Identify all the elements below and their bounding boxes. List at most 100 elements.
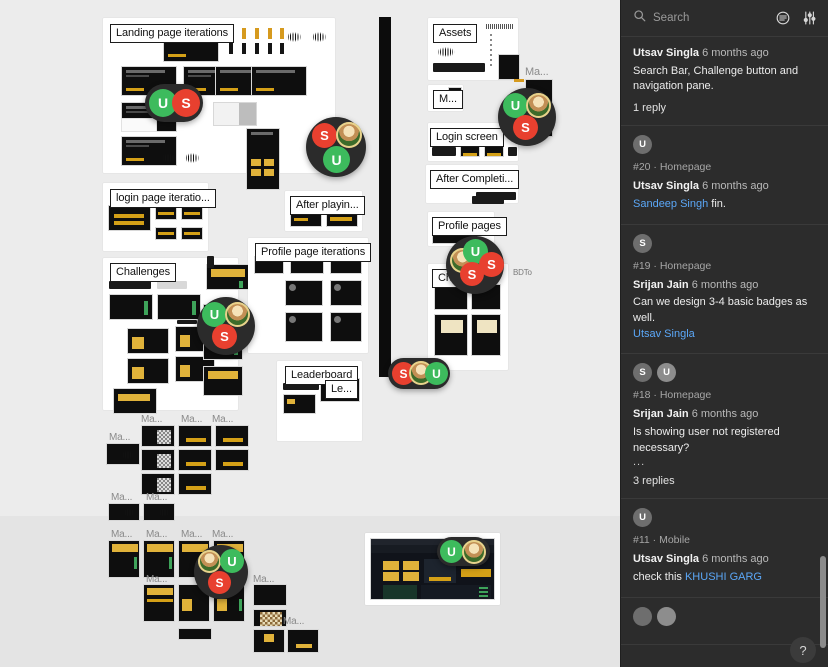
mock-screen[interactable]	[127, 358, 169, 384]
mock-screen[interactable]	[203, 366, 243, 396]
sliders-settings-icon[interactable]	[800, 9, 818, 27]
frame-label-landing-page-iterations[interactable]: Landing page iterations	[110, 24, 235, 44]
mock-screen[interactable]	[215, 425, 249, 447]
mini-label[interactable]: Ma...	[109, 432, 130, 443]
frame-label-after-completion[interactable]: After Completi...	[430, 170, 520, 190]
avatar-s[interactable]: S	[312, 123, 337, 148]
mock-screen[interactable]	[106, 443, 140, 465]
avatar-s[interactable]: S	[172, 89, 200, 117]
mock-screen-light[interactable]	[213, 102, 257, 126]
comment-item[interactable]: S #19 · Homepage Srijan Jain 6 months ag…	[621, 225, 828, 355]
avatar-u[interactable]: U	[440, 540, 463, 563]
avatar-u[interactable]: U	[220, 549, 244, 573]
collaborator-cursor-cluster[interactable]: U S	[498, 88, 556, 146]
mock-screen[interactable]	[330, 280, 362, 306]
mock-screen[interactable]	[178, 473, 212, 495]
avatar[interactable]: S	[633, 363, 652, 383]
mock-screen[interactable]	[253, 629, 285, 653]
mini-label[interactable]: Ma...	[146, 492, 167, 503]
mock-screen[interactable]	[127, 328, 169, 354]
mock-screen[interactable]	[285, 280, 323, 306]
collaborator-cursor-cluster[interactable]: U S S	[446, 236, 504, 294]
mock-screen[interactable]	[143, 503, 175, 521]
comments-scrollbar[interactable]	[820, 556, 826, 648]
mock-screen[interactable]	[434, 314, 468, 356]
mock-screen[interactable]	[141, 425, 175, 447]
comment-replies-link[interactable]: 3 replies	[633, 475, 816, 487]
collaborator-cursor-cluster[interactable]: U	[437, 537, 490, 566]
avatar-s[interactable]: S	[212, 324, 237, 349]
mock-note[interactable]	[121, 118, 157, 132]
comment-item[interactable]: S U #18 · Homepage Srijan Jain 6 months …	[621, 354, 828, 500]
collaborator-cursor-cluster[interactable]: U S	[145, 84, 203, 122]
mock-screen[interactable]	[285, 312, 323, 342]
mock-screen[interactable]	[330, 312, 362, 342]
mock-screen[interactable]	[108, 205, 151, 231]
mini-label[interactable]: Ma...	[146, 574, 167, 585]
frame-label-assets[interactable]: Assets	[433, 24, 478, 44]
mock-screen[interactable]	[141, 449, 175, 471]
mock-screen[interactable]	[287, 629, 319, 653]
mock-screen[interactable]	[471, 314, 501, 356]
filter-list-icon[interactable]	[774, 9, 792, 27]
collaborator-cursor-cluster[interactable]: U S	[194, 545, 248, 599]
mention-link[interactable]: Utsav Singla	[633, 328, 695, 340]
avatar[interactable]: U	[657, 363, 676, 383]
frame-label-after-playing[interactable]: After playin...	[290, 196, 365, 216]
mini-label[interactable]: Ma...	[111, 529, 132, 540]
mini-label[interactable]: Ma...	[111, 492, 132, 503]
mini-label[interactable]: Ma...	[283, 616, 304, 627]
avatar[interactable]	[633, 606, 652, 626]
mock-screen[interactable]	[181, 227, 203, 240]
comment-item[interactable]: U #20 · Homepage Utsav Singla 6 months a…	[621, 126, 828, 225]
avatar-photo[interactable]	[526, 93, 551, 118]
mock-screen[interactable]	[498, 54, 520, 80]
frame-label-profile-page-iterations[interactable]: Profile page iterations	[255, 243, 372, 263]
collaborator-cursor-cluster[interactable]: U S	[197, 297, 255, 355]
avatar[interactable]: U	[633, 135, 652, 155]
mock-screen[interactable]	[283, 394, 316, 414]
avatar-photo[interactable]	[336, 122, 362, 148]
mock-screen[interactable]	[157, 294, 201, 320]
frame-label-challenges[interactable]: Challenges	[110, 263, 177, 283]
collaborator-cursor-cluster[interactable]: S U	[388, 358, 450, 389]
mock-screen[interactable]	[155, 227, 177, 240]
mock-screen[interactable]	[215, 449, 249, 471]
mini-label[interactable]: Ma...	[181, 414, 202, 425]
mock-mobile[interactable]	[246, 128, 280, 190]
mock-screen[interactable]	[253, 584, 287, 606]
avatar[interactable]: S	[633, 233, 652, 253]
frame-label-login-screen[interactable]: Login screen	[430, 128, 504, 148]
mock-screen[interactable]	[155, 207, 177, 220]
avatar-photo[interactable]	[225, 302, 250, 327]
mock-screen[interactable]	[113, 388, 157, 414]
mention-link[interactable]: KHUSHI GARG	[685, 571, 762, 583]
mock-screen[interactable]	[251, 66, 307, 96]
mini-label[interactable]: Ma...	[253, 574, 274, 585]
mock-screen[interactable]	[109, 294, 153, 320]
search-input[interactable]: Search	[633, 5, 766, 31]
collaborator-cursor-cluster[interactable]: S U	[306, 117, 366, 177]
frame-label-profile-pages[interactable]: Profile pages	[432, 217, 507, 237]
help-button[interactable]: ?	[790, 637, 816, 663]
mock-screen[interactable]	[178, 449, 212, 471]
avatar-s[interactable]: S	[208, 571, 231, 594]
frame-label-login-page-iterations[interactable]: login page iteratio...	[110, 189, 216, 209]
avatar-photo[interactable]	[462, 540, 486, 564]
mock-screen[interactable]	[108, 540, 140, 578]
mock-screen[interactable]	[178, 425, 212, 447]
mock-chessboard[interactable]	[253, 609, 287, 627]
comment-item[interactable]: U #11 · Mobile Utsav Singla 6 months ago…	[621, 499, 828, 598]
avatar[interactable]: U	[633, 508, 652, 528]
mini-label[interactable]: Ma...	[141, 414, 162, 425]
mini-label[interactable]: Ma...	[212, 414, 233, 425]
comment-replies-link[interactable]: 1 reply	[633, 102, 816, 114]
comment-item[interactable]: Utsav Singla 6 months ago Search Bar, Ch…	[621, 36, 828, 127]
mock-screen[interactable]	[178, 628, 212, 640]
avatar-u[interactable]: U	[425, 362, 448, 385]
mock-screen[interactable]	[181, 207, 203, 220]
mock-screen[interactable]	[108, 503, 140, 521]
mini-label[interactable]: Ma...	[212, 529, 233, 540]
mini-label-bdto[interactable]: BDTo	[513, 268, 532, 277]
mock-screen[interactable]	[143, 584, 175, 622]
